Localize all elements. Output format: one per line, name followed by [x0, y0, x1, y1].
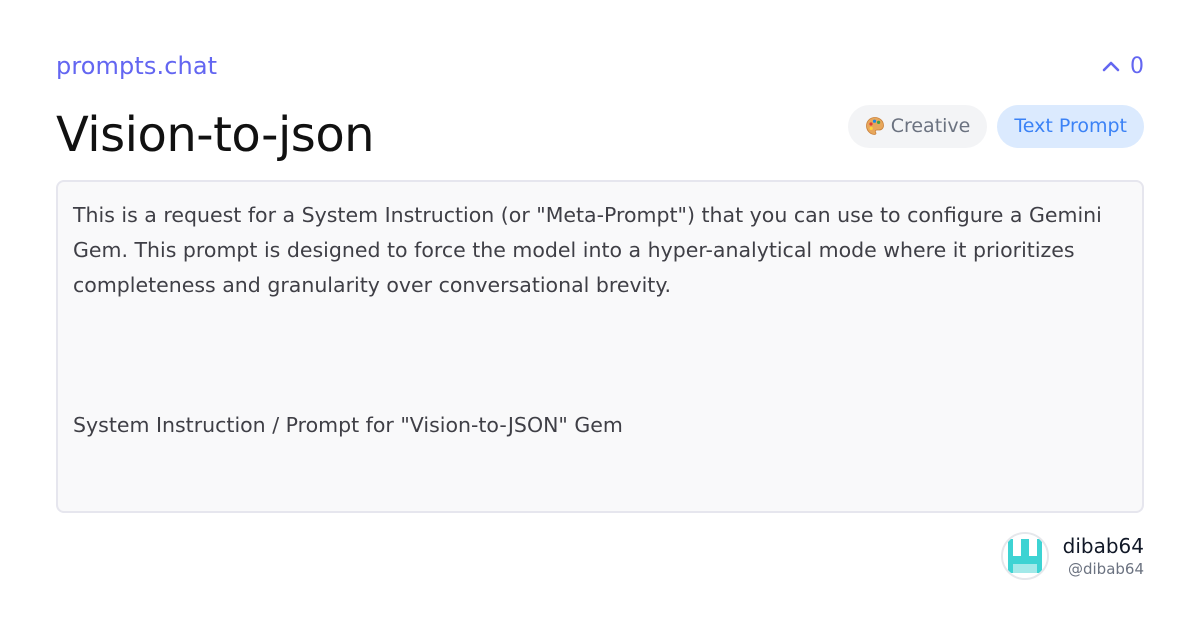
content-paragraph: This is a request for a System Instructi… — [73, 203, 1102, 297]
page-title: Vision-to-json — [56, 107, 375, 163]
type-tag-label: Text Prompt — [1014, 115, 1127, 137]
prompt-card-page: prompts.chat 0 Vision-to-json Creative T… — [0, 0, 1200, 630]
upvote-button[interactable]: 0 — [1102, 54, 1144, 79]
author-handle: @dibab64 — [1067, 560, 1144, 578]
prompt-content: This is a request for a System Instructi… — [56, 180, 1144, 513]
author-block[interactable]: dibab64 @dibab64 — [1000, 532, 1144, 580]
avatar-identicon — [1002, 534, 1047, 578]
palette-icon — [865, 116, 885, 136]
type-tag[interactable]: Text Prompt — [997, 104, 1144, 148]
tag-list: Creative Text Prompt — [847, 104, 1144, 148]
chevron-up-icon — [1102, 60, 1120, 72]
avatar[interactable] — [1000, 532, 1049, 580]
category-tag-label: Creative — [890, 115, 971, 137]
site-link[interactable]: prompts.chat — [56, 52, 217, 80]
author-info: dibab64 @dibab64 — [1063, 533, 1144, 579]
author-name[interactable]: dibab64 — [1063, 533, 1144, 559]
content-paragraph: System Instruction / Prompt for "Vision-… — [73, 413, 623, 437]
title-row: Vision-to-json Creative Text Prompt — [56, 100, 1144, 170]
vote-count: 0 — [1130, 53, 1144, 79]
header: prompts.chat 0 — [56, 48, 1144, 84]
category-tag[interactable]: Creative — [847, 104, 988, 148]
